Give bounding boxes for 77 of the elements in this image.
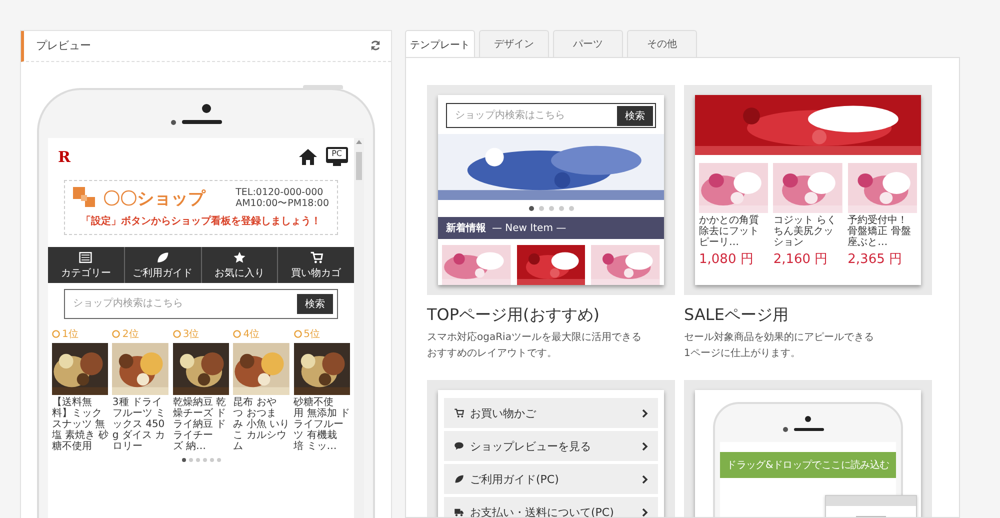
business-hours: AM10:00〜PM18:00	[236, 198, 329, 210]
product-name[interactable]: 【送料無料】ミックスナッツ 無塩 素焼き 砂糖不使用	[52, 396, 108, 452]
drop-zone: ドラッグ&ドロップでここに読み込む	[720, 452, 896, 478]
medal-icon	[294, 330, 302, 338]
template-description: スマホ対応ogaRiaツールを最大限に活用できる おすすめのレイアウトです。	[427, 330, 642, 361]
template-title: SALEページ用	[684, 305, 790, 326]
star-icon	[232, 250, 246, 264]
tab[interactable]: デザイン	[479, 30, 549, 57]
rank-label: 5位	[304, 328, 320, 341]
tab[interactable]: その他	[627, 30, 697, 57]
chevron-icon	[642, 474, 648, 484]
carousel-dot[interactable]	[182, 458, 186, 462]
search-field: ショップ内検索はこちら 検索	[446, 103, 656, 128]
speaker-icon	[182, 120, 222, 124]
leaf-icon	[454, 474, 464, 484]
tab[interactable]: テンプレート	[405, 30, 475, 59]
cart-icon	[454, 408, 464, 418]
template-thumbnail[interactable]: お買い物かご ショップレビューを見る ご利用ガイド(PC) お支払い・送料について(PC)	[427, 380, 675, 517]
scrollbar[interactable]	[354, 138, 364, 518]
medal-icon	[233, 330, 242, 338]
speech-bubble-icon	[454, 441, 464, 451]
pc-button[interactable]: PC	[326, 147, 348, 166]
medal-icon	[52, 330, 60, 338]
rank-label: 2位	[122, 328, 139, 341]
news-title: 新着情報	[446, 221, 486, 235]
camera-icon	[202, 104, 210, 113]
truck-icon	[454, 507, 464, 517]
product-name[interactable]: 砂糖不使用 無添加 ドライフルーツ 有機栽培 ミッ…	[294, 396, 350, 452]
home-icon[interactable]	[298, 148, 318, 166]
tab[interactable]: パーツ	[553, 30, 623, 57]
search-button: 検索	[617, 106, 653, 126]
menu-item: ショップレビューを見る	[444, 431, 658, 461]
rank-label: 3位	[182, 328, 200, 341]
rank-label: 1位	[62, 328, 78, 341]
search-field[interactable]: ショップ内検索はこちら 検索	[64, 288, 338, 319]
carousel-dot[interactable]	[188, 458, 192, 462]
carousel-dot[interactable]	[210, 458, 214, 462]
template-thumbnail[interactable]: かかとの角質除去にフットピーリ… 1,080 円 コジット らくちん美尻クッション 2,160 円 予約受付中！骨盤矯正 骨盤座ぶと… 2,365 円	[684, 85, 932, 295]
scroll-thumb[interactable]	[356, 152, 362, 180]
leaf-icon	[156, 250, 170, 264]
carousel-dot[interactable]	[202, 458, 206, 462]
news-subtitle: — New Item —	[492, 222, 566, 234]
product-price: 1,080 円	[699, 251, 754, 268]
template-thumbnail[interactable]: ショップ内検索はこちら 検索 新着情報 — New Item —	[427, 85, 675, 295]
medal-icon	[112, 330, 120, 338]
carousel-dot[interactable]	[196, 458, 200, 462]
search-button[interactable]: 検索	[297, 294, 333, 314]
chevron-icon	[642, 442, 648, 450]
cart-icon	[310, 250, 323, 264]
product-name: かかとの角質除去にフットピーリ…	[699, 215, 760, 248]
nav-item[interactable]: お気に入り	[202, 246, 278, 283]
template-title: TOPページ用(おすすめ)	[427, 305, 600, 326]
product-name[interactable]: 3種 ドライフルーツ ミックス 450g ダイス カロリー	[112, 396, 169, 452]
product-name: 予約受付中！骨盤矯正 骨盤座ぶと…	[848, 215, 912, 248]
product-price: 2,160 円	[773, 251, 829, 268]
template-description: セール対象商品を効果的にアピールできる 1ページに仕上がります。	[684, 330, 875, 361]
chevron-icon	[642, 408, 648, 418]
rank-label: 4位	[243, 328, 260, 341]
medal-icon	[172, 330, 181, 338]
product-name[interactable]: 乾燥納豆 乾燥チーズ ドライ納豆 ドライチーズ 納…	[172, 396, 230, 452]
shop-name: 〇〇ショップ	[103, 188, 205, 210]
menu-item: お支払い・送料について(PC)	[444, 497, 658, 517]
phone-number: TEL:0120-000-000	[236, 187, 324, 198]
refresh-icon[interactable]	[370, 40, 381, 52]
banner-notice: 「設定」ボタンからショップ看板を登録しましょう！	[80, 214, 322, 228]
logo[interactable]: R	[58, 148, 70, 166]
carousel-dot[interactable]	[216, 458, 220, 462]
chevron-icon	[642, 508, 648, 516]
product-name: コジット らくちん美尻クッション	[773, 215, 838, 248]
product-price: 2,365 円	[848, 251, 904, 268]
shop-logo-icon	[73, 187, 97, 210]
menu-item: お買い物かご	[444, 398, 658, 428]
list-icon	[79, 250, 92, 264]
sensor-icon	[170, 120, 176, 125]
menu-item: ご利用ガイド(PC)	[444, 464, 658, 494]
product-name[interactable]: 昆布 おやつ おつまみ 小魚 いりこ カルシウム	[233, 396, 290, 452]
panel-title: プレビュー	[36, 38, 91, 54]
